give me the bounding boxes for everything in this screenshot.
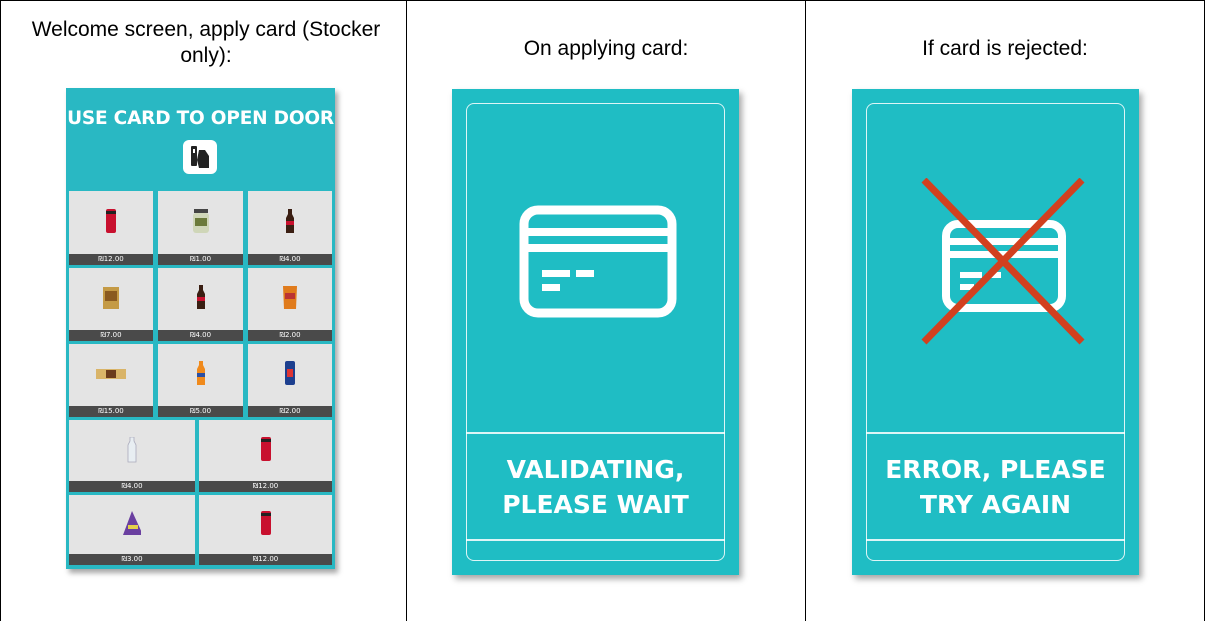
table-divider-1 — [406, 0, 407, 621]
cola-bottle-icon — [192, 285, 210, 316]
validating-screen: VALIDATING, PLEASE WAIT — [452, 89, 739, 575]
error-line-1: ERROR, PLEASE — [885, 455, 1106, 484]
cola-can-icon — [102, 209, 120, 240]
product-tile[interactable]: ₪4.00 — [69, 420, 195, 492]
energy-can-icon — [281, 361, 299, 392]
credit-card-rejected-icon — [921, 178, 1085, 345]
product-price: ₪5.00 — [158, 406, 243, 417]
salad-jar-icon — [192, 209, 210, 240]
separator — [466, 432, 725, 434]
table-top-border — [0, 0, 1205, 1]
product-price: ₪3.00 — [69, 554, 195, 565]
product-tile[interactable]: ₪1.00 — [158, 191, 243, 265]
product-price: ₪12.00 — [199, 481, 332, 492]
cola-can-icon — [257, 437, 275, 468]
orange-soda-icon — [192, 361, 210, 392]
product-price: ₪2.00 — [248, 330, 332, 341]
product-tile[interactable]: ₪12.00 — [199, 420, 332, 492]
product-tile[interactable]: ₪7.00 — [69, 268, 153, 341]
product-price: ₪12.00 — [69, 254, 153, 265]
table-border-left — [0, 0, 1, 621]
product-tile[interactable]: ₪15.00 — [69, 344, 153, 417]
product-tile[interactable]: ₪3.00 — [69, 495, 195, 565]
separator — [866, 432, 1125, 434]
validating-line-2: PLEASE WAIT — [502, 490, 689, 519]
welcome-screen: USE CARD TO OPEN DOOR ₪12.00 ₪1.00 ₪4.00 ₪7… — [66, 88, 335, 569]
product-tile[interactable]: ₪5.00 — [158, 344, 243, 417]
product-price: ₪4.00 — [69, 481, 195, 492]
product-price: ₪2.00 — [248, 406, 332, 417]
product-price: ₪1.00 — [158, 254, 243, 265]
product-tile[interactable]: ₪4.00 — [248, 191, 332, 265]
separator-bottom — [466, 539, 725, 541]
credit-card-icon — [519, 205, 677, 318]
product-price: ₪4.00 — [158, 330, 243, 341]
cola-can-icon — [257, 511, 275, 542]
product-price: ₪12.00 — [199, 554, 332, 565]
cola-bottle-icon — [281, 209, 299, 240]
product-tile[interactable]: ₪2.00 — [248, 268, 332, 341]
snack-pack-icon — [123, 511, 143, 542]
chips-bag-icon — [281, 285, 299, 316]
error-screen: ERROR, PLEASE TRY AGAIN — [852, 89, 1139, 575]
product-tile[interactable]: ₪4.00 — [158, 268, 243, 341]
error-line-2: TRY AGAIN — [919, 490, 1072, 519]
water-bottle-icon — [123, 436, 141, 468]
product-price: ₪4.00 — [248, 254, 332, 265]
welcome-title: USE CARD TO OPEN DOOR — [67, 108, 334, 129]
separator-bottom — [866, 539, 1125, 541]
caption-rejected: If card is rejected: — [922, 37, 1088, 60]
caption-applying: On applying card: — [523, 37, 689, 60]
table-divider-2 — [805, 0, 806, 621]
product-tile[interactable]: ₪2.00 — [248, 344, 332, 417]
product-tile[interactable]: ₪12.00 — [199, 495, 332, 565]
product-price: ₪15.00 — [69, 406, 153, 417]
validating-line-1: VALIDATING, — [506, 455, 685, 484]
wafer-bar-icon — [96, 361, 126, 392]
snack-box-icon — [102, 285, 120, 316]
product-price: ₪7.00 — [69, 330, 153, 341]
card-tap-icon — [183, 140, 217, 174]
product-tile[interactable]: ₪12.00 — [69, 191, 153, 265]
caption-welcome: Welcome screen, apply card (Stocker only… — [31, 18, 381, 67]
